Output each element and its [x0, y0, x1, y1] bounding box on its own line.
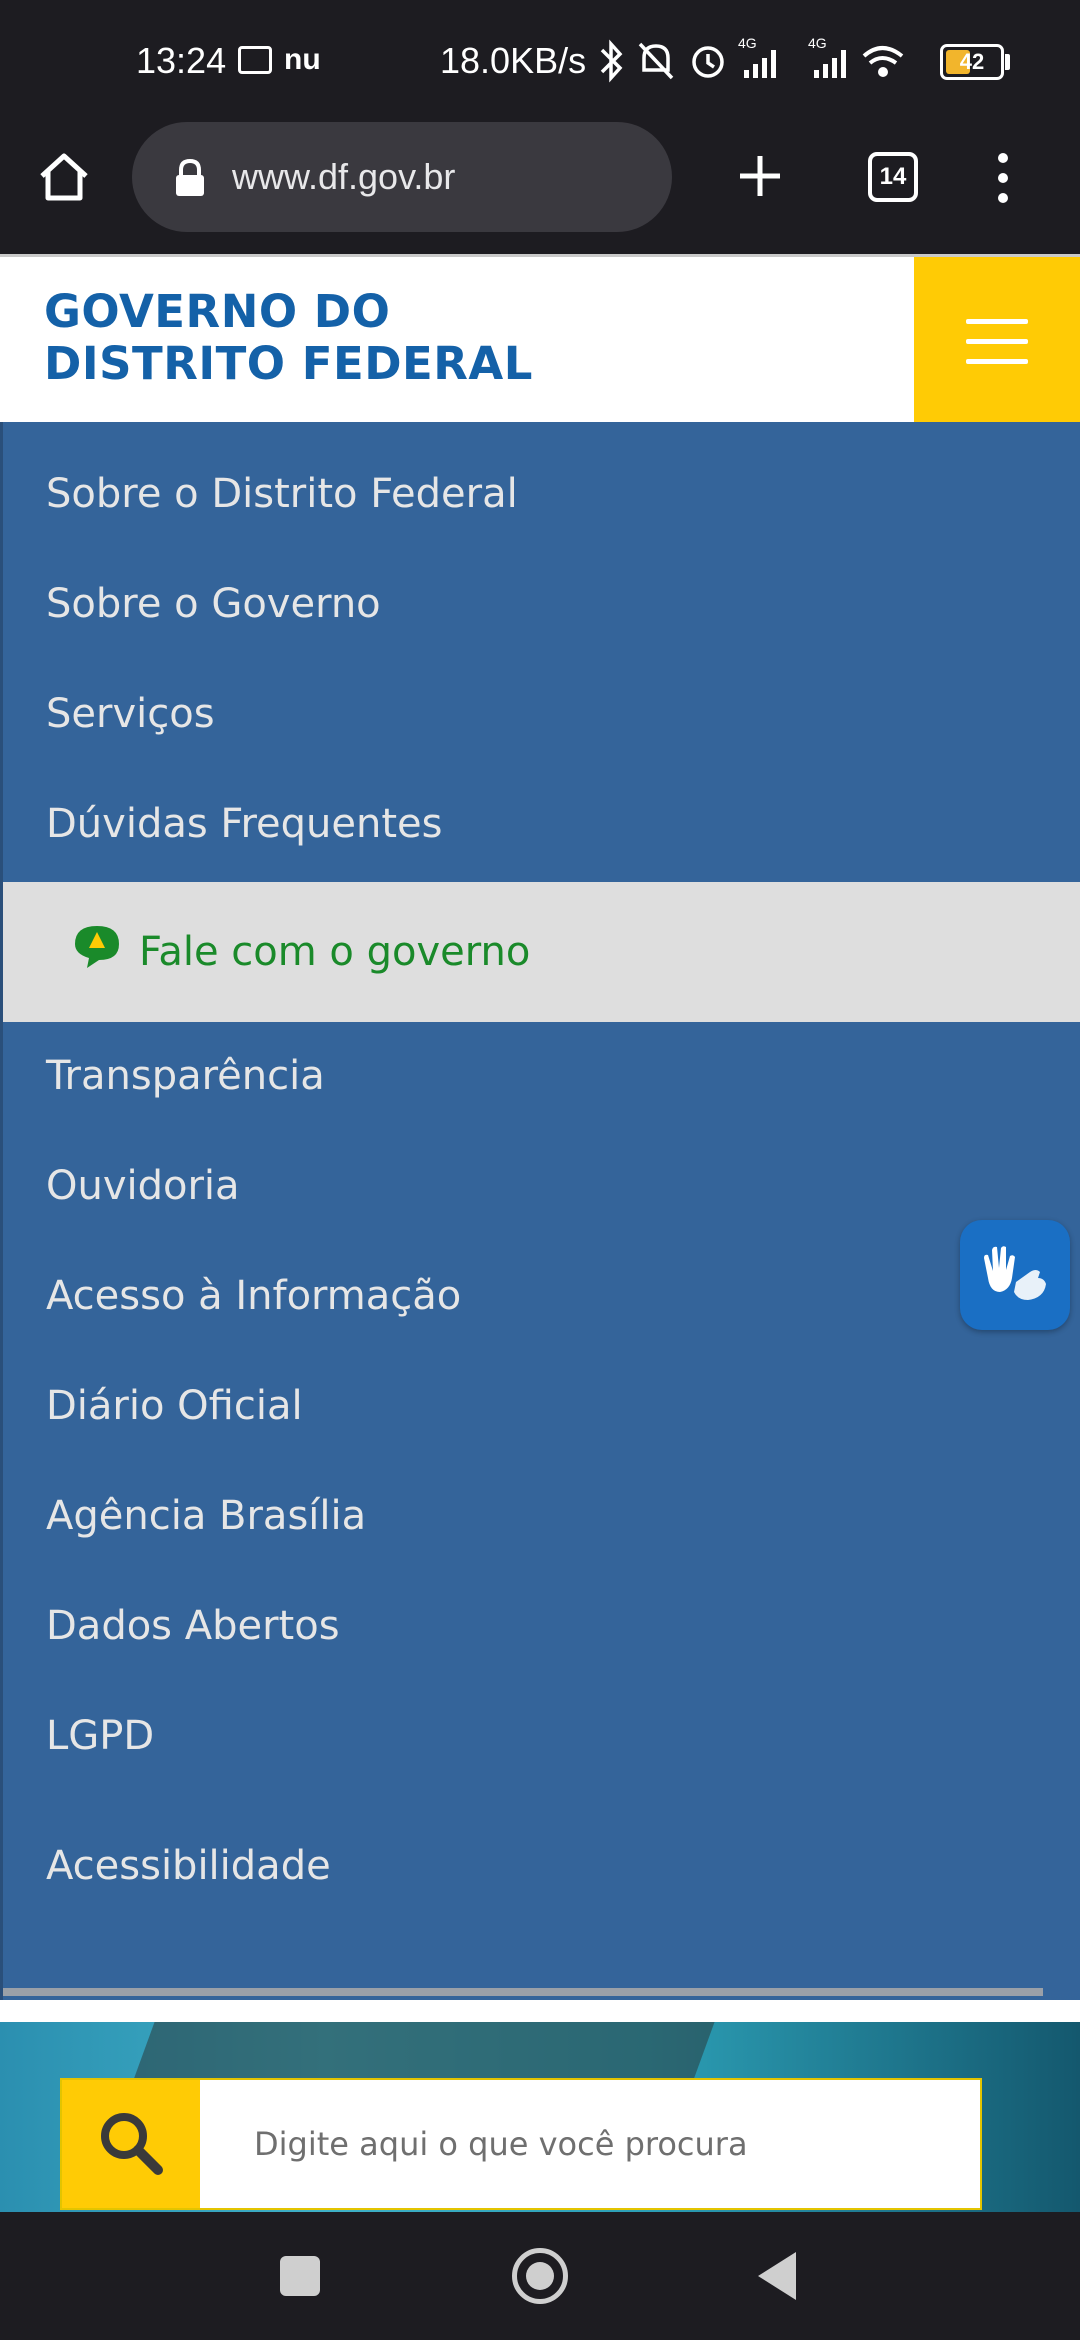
url-text: www.df.gov.br [232, 156, 456, 197]
search-icon [101, 2113, 163, 2175]
fale-com-governo-label: Fale com o governo [139, 929, 531, 975]
menu-item-agencia-brasilia[interactable]: Agência Brasília [46, 1488, 366, 1544]
fale-com-governo-item[interactable]: Fale com o governo [3, 882, 1080, 1022]
android-nav-bar [0, 2212, 1080, 2340]
url-bar[interactable]: www.df.gov.br [132, 122, 672, 232]
more-vert-icon[interactable] [988, 150, 1018, 206]
menu-item-dados-abertos[interactable]: Dados Abertos [46, 1598, 340, 1654]
page-gap [0, 2000, 1080, 2022]
battery-nub [1005, 54, 1010, 70]
nav-menu: Sobre o Distrito Federal Sobre o Governo… [0, 422, 1080, 2000]
home-button[interactable] [512, 2248, 568, 2304]
recents-button[interactable] [280, 2256, 320, 2296]
battery-text: 42 [959, 49, 985, 74]
new-tab-icon[interactable] [736, 152, 784, 200]
hamburger-bar [966, 359, 1028, 364]
site-header: GOVERNO DO DISTRITO FEDERAL [0, 254, 1080, 425]
menu-item-acessibilidade[interactable]: Acessibilidade [46, 1838, 331, 1894]
network-speed: 18.0KB/s [440, 40, 587, 81]
wifi-icon [862, 46, 904, 77]
signal-icon-1 [744, 50, 776, 78]
logo-line-1[interactable]: GOVERNO DO [44, 285, 390, 339]
signal-icon-2 [814, 50, 846, 78]
search-box: Digite aqui o que você procura [60, 2078, 982, 2210]
bluetooth-icon [600, 39, 623, 83]
menu-item-lgpd[interactable]: LGPD [46, 1708, 154, 1764]
menu-item-transparencia[interactable]: Transparência [46, 1048, 325, 1104]
libras-sign-language-button[interactable] [960, 1220, 1070, 1330]
alarm-icon [692, 46, 724, 78]
menu-item-sobre-governo[interactable]: Sobre o Governo [46, 576, 381, 632]
menu-item-acesso-informacao[interactable]: Acesso à Informação [46, 1268, 461, 1324]
network-type-2: 4G [808, 36, 827, 51]
menu-item-diario-oficial[interactable]: Diário Oficial [46, 1378, 303, 1434]
browser-toolbar: www.df.gov.br 14 [0, 122, 1080, 254]
battery-icon: 42 [940, 44, 1004, 80]
status-bar: 13:24 nu 18.0KB/s 4G 4G 42 [0, 0, 1080, 122]
logo-line-2[interactable]: DISTRITO FEDERAL [44, 337, 533, 391]
chat-bubble-icon [75, 926, 119, 968]
back-button[interactable] [758, 2252, 796, 2300]
hamburger-menu-button[interactable] [914, 257, 1080, 425]
menu-item-duvidas[interactable]: Dúvidas Frequentes [46, 796, 443, 852]
search-button[interactable] [62, 2080, 200, 2208]
menu-item-servicos[interactable]: Serviços [46, 686, 215, 742]
network-type-1: 4G [738, 36, 757, 51]
notification-icon [238, 46, 272, 74]
nubank-icon: nu [284, 43, 321, 76]
hamburger-bar [966, 339, 1028, 344]
search-input[interactable]: Digite aqui o que você procura [254, 2116, 954, 2172]
tab-switcher-button[interactable]: 14 [868, 152, 918, 202]
menu-item-sobre-df[interactable]: Sobre o Distrito Federal [46, 466, 518, 522]
menu-scrollbar[interactable] [3, 1988, 1043, 1996]
hamburger-bar [966, 319, 1028, 324]
status-time: 13:24 [136, 40, 227, 81]
menu-item-ouvidoria[interactable]: Ouvidoria [46, 1158, 240, 1214]
silent-bell-icon [638, 42, 674, 80]
home-icon[interactable] [36, 148, 92, 204]
lock-icon [176, 158, 204, 196]
sign-language-hands-icon [984, 1246, 1046, 1300]
